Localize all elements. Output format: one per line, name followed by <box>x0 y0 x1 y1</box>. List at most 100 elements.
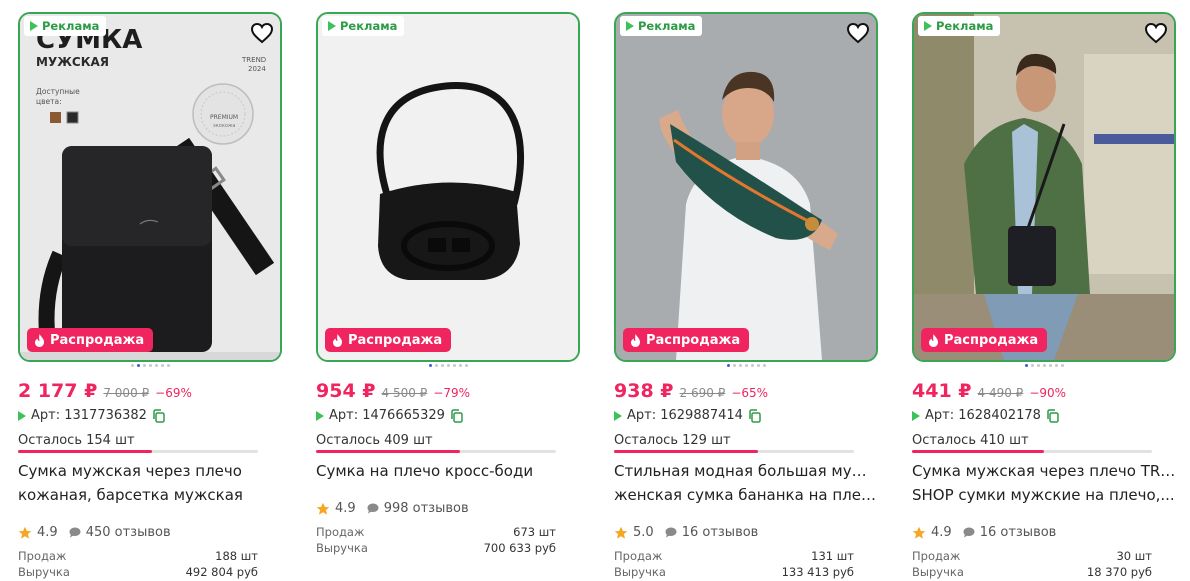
product-grid: СУМКА МУЖСКАЯ TREND 2024 Доступные цвета… <box>0 0 1190 581</box>
copy-icon[interactable] <box>450 408 463 423</box>
copy-icon[interactable] <box>152 408 165 423</box>
sales-value: 131 шт <box>811 549 854 563</box>
ad-triangle-icon <box>316 410 324 421</box>
price: 441 ₽ <box>912 380 972 402</box>
discount: −90% <box>1029 386 1067 400</box>
discount: −79% <box>433 386 471 400</box>
revenue-label: Выручка <box>912 565 964 579</box>
rating: 5.0 <box>633 525 654 540</box>
stock-bar <box>912 450 1152 453</box>
star-icon <box>316 502 330 515</box>
title-line: Стильная модная большая мужская <box>614 462 878 480</box>
copy-icon[interactable] <box>1046 408 1059 423</box>
product-card[interactable]: Реклама Распродажа 441 ₽ 4 490 ₽ −90% Ар… <box>912 12 1176 579</box>
sales-value: 188 шт <box>215 549 258 563</box>
price: 954 ₽ <box>316 380 376 402</box>
stock-bar <box>316 450 556 453</box>
photo-colors: Доступные <box>36 87 80 96</box>
title-line: Сумка на плечо кросс-боди <box>316 462 534 480</box>
heart-icon[interactable] <box>1144 22 1168 44</box>
reviews-count[interactable]: 16 отзывов <box>980 525 1057 540</box>
revenue-label: Выручка <box>316 541 368 555</box>
product-card[interactable]: Реклама Распродажа 938 ₽ 2 690 ₽ −65% Ар… <box>614 12 878 579</box>
product-photo[interactable]: Реклама Распродажа <box>614 12 878 362</box>
discount: −65% <box>731 386 769 400</box>
article-row: Арт: 1476665329 <box>316 408 463 423</box>
sales-value: 673 шт <box>513 525 556 539</box>
photo-pager[interactable] <box>912 364 1176 370</box>
product-card[interactable]: Реклама Распродажа 954 ₽ 4 500 ₽ −79% Ар… <box>316 12 580 555</box>
rating-row: 4.9 998 отзывов <box>316 501 469 516</box>
title-line: Сумка мужская через плечо <box>18 462 242 480</box>
product-title[interactable]: Сумка на плечо кросс-боди <box>316 459 580 483</box>
sales-label: Продаж <box>614 549 663 563</box>
ad-triangle-icon <box>626 21 634 31</box>
bag-image: СУМКА МУЖСКАЯ TREND 2024 Доступные цвета… <box>20 14 280 360</box>
product-card[interactable]: СУМКА МУЖСКАЯ TREND 2024 Доступные цвета… <box>18 12 282 579</box>
price-row: 441 ₽ 4 490 ₽ −90% <box>912 380 1066 402</box>
ad-text: Реклама <box>936 19 994 33</box>
heart-icon[interactable] <box>250 22 274 44</box>
comment-icon <box>367 503 379 514</box>
comment-icon <box>963 527 975 538</box>
reviews-count[interactable]: 998 отзывов <box>384 501 469 516</box>
sale-text: Распродажа <box>348 332 443 348</box>
product-photo[interactable]: СУМКА МУЖСКАЯ TREND 2024 Доступные цвета… <box>18 12 282 362</box>
comment-icon <box>69 527 81 538</box>
revenue-value: 133 413 руб <box>781 565 854 579</box>
ad-triangle-icon <box>30 21 38 31</box>
sales-label: Продаж <box>316 525 365 539</box>
photo-pager[interactable] <box>18 364 282 370</box>
ad-text: Реклама <box>340 19 398 33</box>
revenue-value: 18 370 руб <box>1086 565 1152 579</box>
price: 938 ₽ <box>614 380 674 402</box>
revenue-label: Выручка <box>18 565 70 579</box>
stock-left: Осталось 154 шт <box>18 433 135 448</box>
sales-value: 30 шт <box>1116 549 1152 563</box>
stock-left: Осталось 409 шт <box>316 433 433 448</box>
photo-seal2: экокожа <box>213 123 235 129</box>
copy-icon[interactable] <box>748 408 761 423</box>
discount: −69% <box>155 386 192 400</box>
sale-badge: Распродажа <box>921 328 1048 352</box>
article-number: Арт: 1476665329 <box>329 408 445 423</box>
product-photo[interactable]: Реклама Распродажа <box>316 12 580 362</box>
product-title[interactable]: Стильная модная большая мужская женская … <box>614 459 878 507</box>
star-icon <box>18 526 32 539</box>
photo-pager[interactable] <box>316 364 580 370</box>
title-line: женская сумка бананка на плечо,... <box>614 486 878 504</box>
photo-pager[interactable] <box>614 364 878 370</box>
rating: 4.9 <box>37 525 58 540</box>
product-title[interactable]: Сумка мужская через плечо кожаная, барсе… <box>18 459 282 507</box>
price: 2 177 ₽ <box>18 380 98 402</box>
product-title[interactable]: Сумка мужская через плечо TRUE SHOP сумк… <box>912 459 1176 507</box>
bag-image <box>318 14 578 360</box>
person-image <box>914 14 1174 360</box>
article-row: Арт: 1628402178 <box>912 408 1059 423</box>
ad-label: Реклама <box>24 16 107 36</box>
rating: 4.9 <box>931 525 952 540</box>
rating-row: 5.0 16 отзывов <box>614 525 758 540</box>
revenue-label: Выручка <box>614 565 666 579</box>
article-number: Арт: 1629887414 <box>627 408 743 423</box>
sale-badge: Распродажа <box>623 328 750 352</box>
rating: 4.9 <box>335 501 356 516</box>
stock-bar <box>18 450 258 453</box>
heart-icon[interactable] <box>846 22 870 44</box>
article-number: Арт: 1628402178 <box>925 408 1041 423</box>
reviews-count[interactable]: 450 отзывов <box>86 525 171 540</box>
flame-icon <box>929 333 938 347</box>
ad-label: Реклама <box>918 16 1001 36</box>
ad-triangle-icon <box>328 21 336 31</box>
price-row: 2 177 ₽ 7 000 ₽ −69% <box>18 380 192 402</box>
photo-sub: МУЖСКАЯ <box>36 55 109 69</box>
revenue-value: 700 633 руб <box>483 541 556 555</box>
product-photo[interactable]: Реклама Распродажа <box>912 12 1176 362</box>
stats: Продаж 673 шт Выручка 700 633 руб <box>316 524 556 556</box>
price-row: 938 ₽ 2 690 ₽ −65% <box>614 380 768 402</box>
photo-colors2: цвета: <box>36 97 62 106</box>
flame-icon <box>631 333 640 347</box>
article-row: Арт: 1317736382 <box>18 408 165 423</box>
reviews-count[interactable]: 16 отзывов <box>682 525 759 540</box>
title-line: SHOP сумки мужские на плечо,... <box>912 486 1175 504</box>
